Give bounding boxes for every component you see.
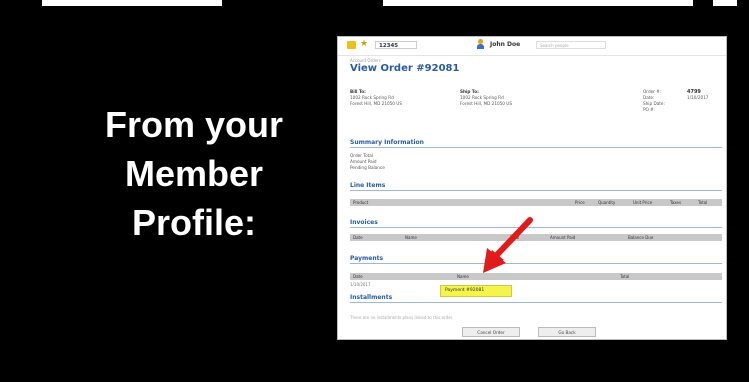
payment-date: 1/10/2017 xyxy=(350,282,371,287)
slide-caption: From your Member Profile: xyxy=(60,100,328,247)
col-header: Taxes xyxy=(670,200,682,205)
invoices-heading: Invoices xyxy=(350,219,722,228)
ship-to-line2: Forest Hill, MD 21050 US xyxy=(460,101,513,106)
line-items-header: Product Price Quantity Unit Price Taxes … xyxy=(350,199,722,206)
caption-line-1: From your xyxy=(104,104,283,145)
caption-line-2: Member xyxy=(124,153,264,194)
installments-heading: Installments xyxy=(350,294,722,303)
folder-icon[interactable] xyxy=(347,41,356,49)
col-header: Total xyxy=(620,274,630,279)
bill-to-block: Bill To: 1002 Rock Spring Rd Forest Hill… xyxy=(350,89,402,107)
page-title: View Order #92081 xyxy=(350,63,460,74)
cancel-order-button[interactable]: Cancel Order xyxy=(462,327,520,337)
installments-note: There are no installments plans linked t… xyxy=(350,315,454,320)
line-items-heading: Line Items xyxy=(350,182,722,191)
user-name[interactable]: John Doe xyxy=(490,41,520,48)
summary-line: Pending Balance xyxy=(350,165,385,170)
ship-to-block: Ship To: 1002 Rock Spring Rd Forest Hill… xyxy=(460,89,512,107)
invoices-header: Date Name Total Amount Paid Balance Due xyxy=(350,234,722,241)
caption-line-3: Profile: xyxy=(131,202,256,243)
order-meta: Order #: 4799 Date: 1/10/2017 Ship Date: P… xyxy=(643,89,721,113)
col-header: Name xyxy=(405,235,417,240)
summary-lines: Order Total Amount Paid Pending Balance xyxy=(350,153,385,171)
meta-row: PO #: xyxy=(643,107,721,113)
app-header: ★ 12345 John Doe Search people xyxy=(338,37,726,56)
col-header: Date xyxy=(353,235,363,240)
col-header: Amount Paid xyxy=(550,235,576,240)
col-header: Unit Price xyxy=(633,200,653,205)
star-icon[interactable]: ★ xyxy=(360,39,368,49)
meta-key: PO #: xyxy=(643,107,656,112)
search-input[interactable]: Search people xyxy=(536,41,606,49)
col-header: Total xyxy=(698,200,708,205)
go-back-button[interactable]: Go Back xyxy=(538,327,596,337)
top-strip-left xyxy=(42,0,222,6)
summary-heading: Summary Information xyxy=(350,139,722,148)
col-header: Product xyxy=(353,200,369,205)
order-screenshot: ★ 12345 John Doe Search people Account O… xyxy=(337,36,727,340)
top-strip-middle xyxy=(383,0,693,6)
col-header: Balance Due xyxy=(628,235,654,240)
col-header: Date xyxy=(353,274,363,279)
col-header: Price xyxy=(575,200,585,205)
col-header: Name xyxy=(457,274,469,279)
payments-header: Date Name Total xyxy=(350,273,722,280)
bill-to-line2: Forest Hill, MD 21050 US xyxy=(350,101,403,106)
col-header: Total xyxy=(510,235,520,240)
payments-heading: Payments xyxy=(350,255,722,264)
account-number-field[interactable]: 12345 xyxy=(375,41,417,49)
user-avatar-body xyxy=(477,44,484,49)
top-strip-right xyxy=(713,0,737,6)
col-header: Quantity xyxy=(598,200,616,205)
